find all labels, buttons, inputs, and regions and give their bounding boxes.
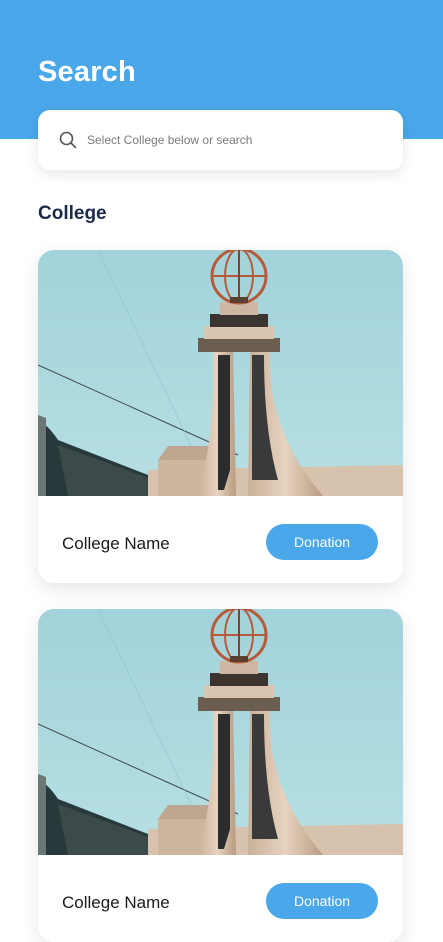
- college-image: [38, 250, 403, 496]
- college-name: College Name: [62, 893, 170, 912]
- section-title: College: [38, 203, 107, 224]
- page-title: Search: [38, 56, 136, 88]
- college-image: [38, 609, 403, 855]
- college-card[interactable]: College Name Donation: [38, 609, 403, 942]
- college-card[interactable]: College Name Donation: [38, 250, 403, 583]
- donation-button[interactable]: Donation: [266, 524, 378, 560]
- college-name: College Name: [62, 534, 170, 553]
- search-bar[interactable]: [38, 110, 403, 170]
- search-input[interactable]: [87, 133, 367, 147]
- search-icon: [58, 130, 78, 150]
- donation-button[interactable]: Donation: [266, 883, 378, 919]
